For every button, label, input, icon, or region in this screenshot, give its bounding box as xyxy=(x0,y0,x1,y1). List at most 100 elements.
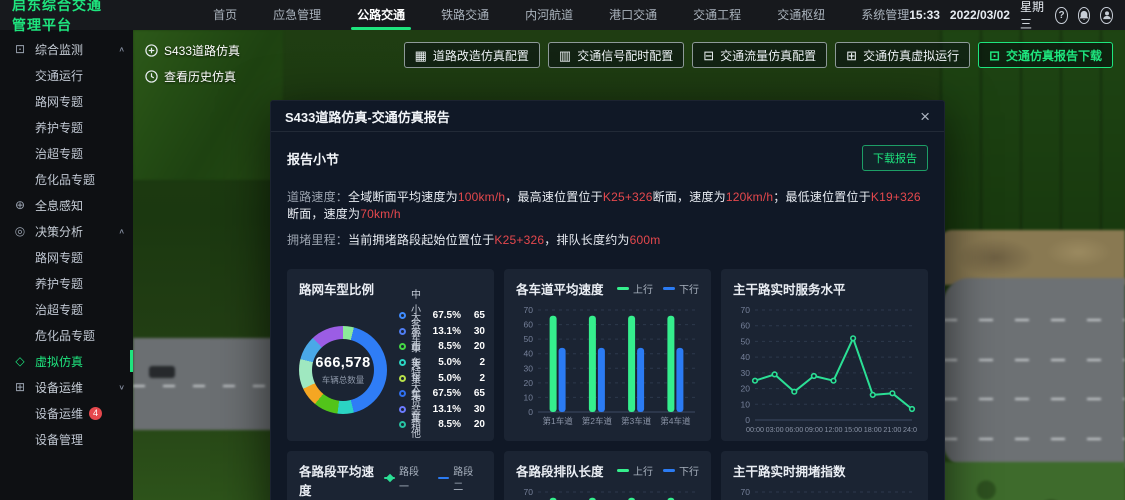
交通流量仿真配置-button[interactable]: ⊟交通流量仿真配置 xyxy=(692,42,827,68)
sidebar-item-决策分析[interactable]: ◎决策分析∧ xyxy=(0,218,133,244)
date-label: 2022/03/02 xyxy=(950,8,1010,22)
vehicle-type-percent: 67.5% xyxy=(421,388,461,399)
交通仿真虚拟运行-button[interactable]: ⊞交通仿真虚拟运行 xyxy=(835,42,970,68)
sidebar-item-全息感知[interactable]: ⊕ 全息感知 xyxy=(0,192,133,218)
sidebar-item-虚拟仿真[interactable]: ◇虚拟仿真 xyxy=(0,348,133,374)
nav-right-info: 15:33 2022/03/02 星期三 ? xyxy=(909,0,1125,32)
vehicle-type-percent: 5.0% xyxy=(421,357,461,368)
sidebar-item-综合监测[interactable]: ⊡综合监测∧ xyxy=(0,36,133,62)
sidebar-item-养护专题[interactable]: 养护专题 xyxy=(0,114,133,140)
legend-item-路段一[interactable]: 路段一 xyxy=(384,463,428,493)
sidebar-item-治超专题[interactable]: 治超专题 xyxy=(0,296,133,322)
sidebar-item-label: 虚拟仿真 xyxy=(35,353,83,370)
svg-text:50: 50 xyxy=(524,334,534,344)
close-icon[interactable]: × xyxy=(920,108,930,125)
sidebar-item-路网专题[interactable]: 路网专题 xyxy=(0,88,133,114)
pie-legend-marker xyxy=(399,390,406,397)
sidebar-item-label: 治超专题 xyxy=(35,145,83,162)
svg-text:12:00: 12:00 xyxy=(825,425,843,434)
sidebar-item-label: 全息感知 xyxy=(35,197,83,214)
vehicle-type-count: 30 xyxy=(461,326,485,337)
nav-item-港口交通[interactable]: 港口交通 xyxy=(609,0,657,30)
vehicle-type-percent: 13.1% xyxy=(421,326,461,337)
pie-legend-marker xyxy=(399,406,406,413)
report-section-row: 报告小节 下载报告 xyxy=(271,132,944,173)
scene-name-item[interactable]: S433道路仿真 xyxy=(145,42,240,59)
chevron-down-icon: ∨ xyxy=(118,383,125,392)
nav-item-交通工程[interactable]: 交通工程 xyxy=(693,0,741,30)
app-logo: 启东综合交通管理平台 xyxy=(0,0,123,35)
sidebar-item-危化品专题[interactable]: 危化品专题 xyxy=(0,166,133,192)
modal-header: S433道路仿真-交通仿真报告 × xyxy=(271,101,944,132)
svg-text:00:00: 00:00 xyxy=(746,425,764,434)
nav-item-内河航道[interactable]: 内河航道 xyxy=(525,0,573,30)
pie-legend-row[interactable]: 其他8.5%20 xyxy=(399,417,485,433)
nav-item-首页[interactable]: 首页 xyxy=(213,0,237,30)
summary-text: ，排队长度约为 xyxy=(544,233,629,247)
legend-item-上行[interactable]: 上行 xyxy=(617,281,653,296)
history-item[interactable]: 查看历史仿真 xyxy=(145,68,240,85)
legend-marker xyxy=(617,287,629,290)
sidebar-item-label: 决策分析 xyxy=(35,223,83,240)
chart-card-各路段平均速度: 各路段平均速度路段一路段二010203040506070 xyxy=(287,451,494,500)
download-report-button[interactable]: 下载报告 xyxy=(862,145,928,171)
svg-text:10: 10 xyxy=(524,392,534,402)
summary-line: 道路速度：全域断面平均速度为100km/h，最高速位置位于K25+326断面，速… xyxy=(287,188,928,222)
sidebar-item-危化品专题[interactable]: 危化品专题 xyxy=(0,322,133,348)
sidebar-item-路网专题[interactable]: 路网专题 xyxy=(0,244,133,270)
chart-title: 各车道平均速度 xyxy=(516,279,604,298)
chart-body: 01020304050607000:0003:0006:0009:0012:00… xyxy=(733,302,916,441)
交通仿真报告下载-button[interactable]: ⊡交通仿真报告下载 xyxy=(978,42,1113,68)
plus-circle-icon xyxy=(145,44,158,57)
nav-item-公路交通[interactable]: 公路交通 xyxy=(357,0,405,30)
pie-legend: 中小客车67.5%65大客车13.1%30小货车8.5%20中货车5.0%2大货… xyxy=(399,308,485,433)
svg-text:第4车道: 第4车道 xyxy=(660,416,691,426)
legend-diamond-marker xyxy=(385,474,393,482)
sidebar-item-设备运维[interactable]: 设备运维4 xyxy=(0,400,133,426)
sidebar-item-设备运维[interactable]: ⊞设备运维∨ xyxy=(0,374,133,400)
chart-card-各路段排队长度: 各路段排队长度上行下行010203040506070 xyxy=(504,451,711,500)
legend-item-路段二[interactable]: 路段二 xyxy=(438,463,482,493)
nav-item-系统管理[interactable]: 系统管理 xyxy=(861,0,909,30)
sidebar-item-设备管理[interactable]: 设备管理 xyxy=(0,426,133,452)
legend-item-下行[interactable]: 下行 xyxy=(663,281,699,296)
svg-text:09:00: 09:00 xyxy=(805,425,823,434)
sidebar-item-交通运行[interactable]: 交通运行 xyxy=(0,62,133,88)
clock-icon xyxy=(145,70,158,83)
nav-item-应急管理[interactable]: 应急管理 xyxy=(273,0,321,30)
sidebar-item-治超专题[interactable]: 治超专题 xyxy=(0,140,133,166)
chart-card-路网车型比例: 路网车型比例666,578车辆总数量中小客车67.5%65大客车13.1%30小… xyxy=(287,269,494,441)
sidebar-item-label: 危化品专题 xyxy=(35,327,95,344)
legend-item-下行[interactable]: 下行 xyxy=(663,463,699,478)
svg-text:18:00: 18:00 xyxy=(864,425,882,434)
nav-item-铁路交通[interactable]: 铁路交通 xyxy=(441,0,489,30)
vehicle-total-value: 666,578 xyxy=(315,355,370,371)
legend-item-上行[interactable]: 上行 xyxy=(617,463,653,478)
sidebar-item-养护专题[interactable]: 养护专题 xyxy=(0,270,133,296)
chart-title: 主干路实时拥堵指数 xyxy=(733,461,846,480)
bell-glyph xyxy=(1079,10,1089,21)
交通信号配时配置-button[interactable]: ▥交通信号配时配置 xyxy=(548,42,684,68)
sidebar-item-label: 养护专题 xyxy=(35,275,83,292)
chart-card-主干路实时拥堵指数: 主干路实时拥堵指数010203040506070 xyxy=(721,451,928,500)
summary-highlight-value: 120km/h xyxy=(726,190,773,204)
chart-card-header: 主干路实时服务水平 xyxy=(733,279,916,298)
toolbar-button-label: 交通流量仿真配置 xyxy=(720,47,816,64)
analysis-icon: ◎ xyxy=(12,224,28,238)
sidebar-item-label: 设备运维 xyxy=(35,405,83,422)
report-download-icon: ⊡ xyxy=(989,49,1000,62)
summary-highlight-value: K25+326 xyxy=(603,190,653,204)
nav-item-交通枢纽[interactable]: 交通枢纽 xyxy=(777,0,825,30)
user-icon[interactable] xyxy=(1100,7,1113,24)
help-icon[interactable]: ? xyxy=(1055,7,1068,24)
道路改造仿真配置-button[interactable]: ▦道路改造仿真配置 xyxy=(404,42,540,68)
chart-title: 各路段平均速度 xyxy=(299,461,384,499)
donut-chart: 666,578车辆总数量中小客车67.5%65大客车13.1%30小货车8.5%… xyxy=(299,308,482,433)
app-window: 启东综合交通管理平台 首页 应急管理 公路交通 铁路交通 内河航道 港口交通 交通工程 交通枢… xyxy=(0,0,1125,500)
globe-icon: ⊕ xyxy=(12,198,28,212)
notification-icon[interactable] xyxy=(1078,7,1091,24)
sidebar-item-label: 设备运维 xyxy=(35,379,83,396)
summary-text: 当前拥堵路段起始位置位于 xyxy=(348,233,494,247)
summary-highlight-value: 600m xyxy=(630,233,661,247)
summary-text: 断面，速度为 xyxy=(287,207,360,221)
